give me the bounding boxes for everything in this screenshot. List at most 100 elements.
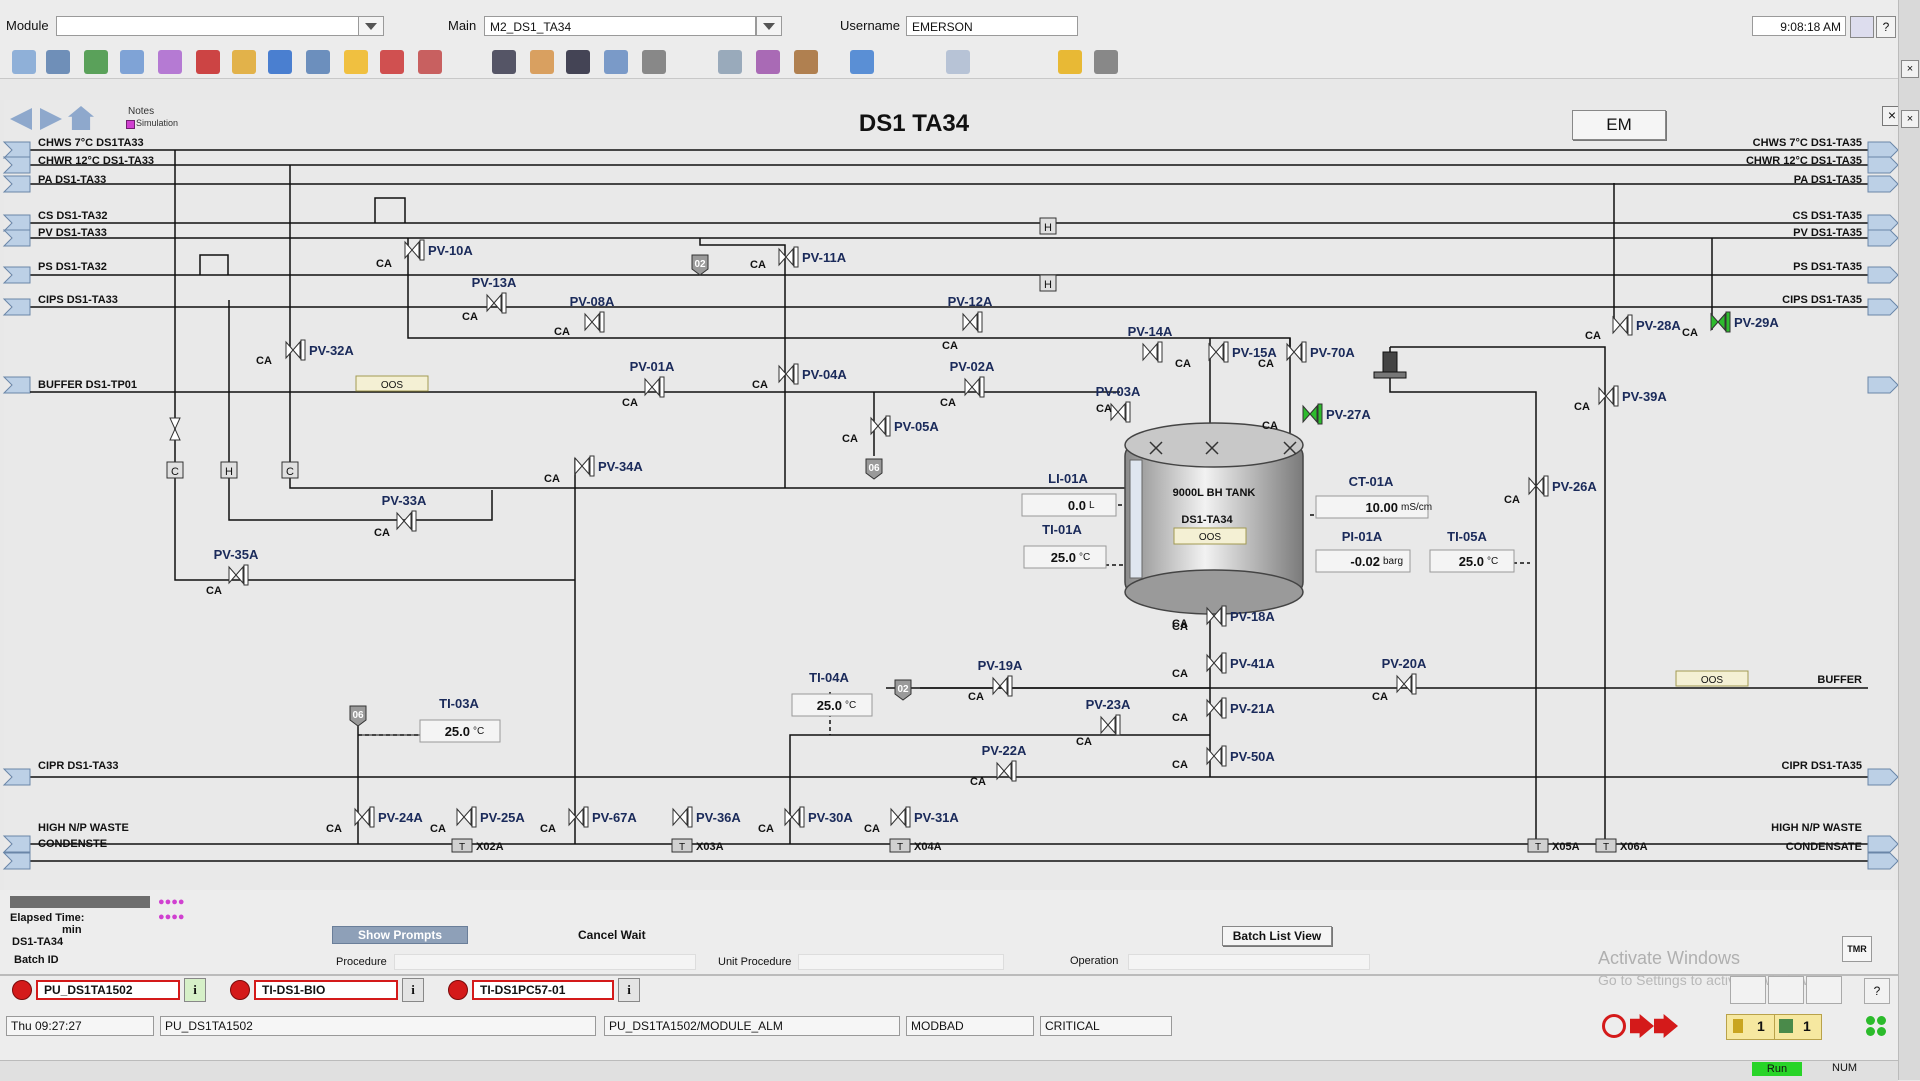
header-arrow-left-icon[interactable]: [2, 768, 31, 786]
valve-actuator-icon[interactable]: [1011, 760, 1017, 782]
valve-icon[interactable]: [396, 511, 412, 531]
grid-icon[interactable]: [1864, 1014, 1888, 1038]
cancel-wait-button[interactable]: Cancel Wait: [578, 928, 646, 942]
valve-actuator-icon[interactable]: [659, 376, 665, 398]
valve-tag[interactable]: PV-30A: [808, 810, 853, 825]
valve-icon[interactable]: [486, 293, 502, 313]
header-arrow-right-icon[interactable]: [1867, 266, 1898, 284]
valve-actuator-icon[interactable]: [369, 806, 375, 828]
header-arrow-right-icon[interactable]: [1867, 835, 1898, 853]
valve-tag[interactable]: PV-39A: [1622, 389, 1667, 404]
valve-actuator-icon[interactable]: [411, 510, 417, 532]
valve-actuator-icon[interactable]: [1157, 341, 1163, 363]
valve-actuator-icon[interactable]: [1223, 341, 1229, 363]
alarm-tag-3[interactable]: TI-DS1PC57-01: [472, 980, 614, 1000]
valve-tag[interactable]: PV-01A: [630, 359, 675, 374]
silence-horn-icon[interactable]: [1768, 976, 1804, 1004]
alarm-help-icon[interactable]: ?: [1864, 978, 1890, 1004]
valve-tag[interactable]: PV-13A: [472, 275, 517, 290]
valve-icon[interactable]: [1710, 312, 1726, 332]
valve-tag[interactable]: PV-50A: [1230, 749, 1275, 764]
valve-icon[interactable]: [354, 807, 370, 827]
valve-icon[interactable]: [890, 807, 906, 827]
valve-tag[interactable]: PV-35A: [214, 547, 259, 562]
valve-tag[interactable]: PV-05A: [894, 419, 939, 434]
alarm-filter-icon[interactable]: [1630, 1014, 1654, 1038]
valve-actuator-icon[interactable]: [885, 415, 891, 437]
valve-icon[interactable]: [1206, 698, 1222, 718]
header-arrow-right-icon[interactable]: [1867, 298, 1898, 316]
valve-actuator-icon[interactable]: [1411, 673, 1417, 695]
header-arrow-right-icon[interactable]: [1867, 768, 1898, 786]
status-alarm-path[interactable]: PU_DS1TA1502/MODULE_ALM: [604, 1016, 900, 1036]
valve-actuator-icon[interactable]: [300, 339, 306, 361]
header-arrow-left-icon[interactable]: [2, 156, 31, 174]
header-arrow-right-icon[interactable]: [1867, 376, 1898, 394]
alarm-tag-2[interactable]: TI-DS1-BIO: [254, 980, 398, 1000]
valve-tag[interactable]: PV-22A: [982, 743, 1027, 758]
valve-actuator-icon[interactable]: [977, 311, 983, 333]
valve-tag[interactable]: PV-12A: [948, 294, 993, 309]
alarm-info-button-3[interactable]: i: [618, 978, 640, 1002]
valve-icon[interactable]: [784, 807, 800, 827]
valve-icon[interactable]: [574, 456, 590, 476]
valve-actuator-icon[interactable]: [1125, 401, 1131, 423]
sidebar-close-icon[interactable]: ×: [1901, 60, 1919, 78]
valve-actuator-icon[interactable]: [1613, 385, 1619, 407]
valve-icon[interactable]: [404, 240, 420, 260]
valve-icon[interactable]: [992, 676, 1008, 696]
valve-icon[interactable]: [870, 416, 886, 436]
valve-tag[interactable]: PV-41A: [1230, 656, 1275, 671]
valve-icon[interactable]: [285, 340, 301, 360]
valve-icon[interactable]: [1206, 746, 1222, 766]
valve-tag[interactable]: PV-21A: [1230, 701, 1275, 716]
alarm-tag-1[interactable]: PU_DS1TA1502: [36, 980, 180, 1000]
valve-icon[interactable]: [778, 247, 794, 267]
valve-actuator-icon[interactable]: [419, 239, 425, 261]
valve-icon[interactable]: [672, 807, 688, 827]
valve-icon[interactable]: [1396, 674, 1412, 694]
valve-icon[interactable]: [1206, 653, 1222, 673]
alarm-count-box-2[interactable]: 1: [1774, 1014, 1822, 1040]
alarm-info-button-2[interactable]: i: [402, 978, 424, 1002]
valve-icon[interactable]: [1100, 715, 1116, 735]
valve-tag[interactable]: PV-70A: [1310, 345, 1355, 360]
suppress-alarm-icon[interactable]: [1806, 976, 1842, 1004]
valve-tag[interactable]: PV-33A: [382, 493, 427, 508]
header-arrow-left-icon[interactable]: [2, 229, 31, 247]
valve-actuator-icon[interactable]: [243, 564, 249, 586]
valve-tag[interactable]: PV-08A: [570, 294, 615, 309]
valve-tag[interactable]: PV-11A: [802, 250, 847, 265]
ack-alarm-icon[interactable]: [1730, 976, 1766, 1004]
valve-actuator-icon[interactable]: [501, 292, 507, 314]
valve-actuator-icon[interactable]: [583, 806, 589, 828]
valve-actuator-icon[interactable]: [1221, 605, 1227, 627]
header-arrow-left-icon[interactable]: [2, 266, 31, 284]
valve-icon[interactable]: [1612, 315, 1628, 335]
header-arrow-right-icon[interactable]: [1867, 141, 1898, 159]
sidebar-close-icon[interactable]: ×: [1901, 110, 1919, 128]
valve-tag[interactable]: PV-26A: [1552, 479, 1597, 494]
header-arrow-left-icon[interactable]: [2, 214, 31, 232]
valve-actuator-icon[interactable]: [1007, 675, 1013, 697]
header-arrow-left-icon[interactable]: [2, 298, 31, 316]
valve-tag[interactable]: PV-28A: [1636, 318, 1681, 333]
valve-actuator-icon[interactable]: [1317, 403, 1323, 425]
valve-tag[interactable]: PV-04A: [802, 367, 847, 382]
valve-actuator-icon[interactable]: [979, 376, 985, 398]
header-arrow-left-icon[interactable]: [2, 835, 31, 853]
valve-icon[interactable]: [568, 807, 584, 827]
valve-tag[interactable]: PV-25A: [480, 810, 525, 825]
valve-tag[interactable]: PV-24A: [378, 810, 423, 825]
spray-ball-icon[interactable]: [1382, 351, 1398, 375]
valve-tag[interactable]: PV-32A: [309, 343, 354, 358]
valve-actuator-icon[interactable]: [1627, 314, 1633, 336]
valve-tag[interactable]: PV-23A: [1086, 697, 1131, 712]
valve-actuator-icon[interactable]: [589, 455, 595, 477]
valve-tag[interactable]: PV-31A: [914, 810, 959, 825]
valve-tag[interactable]: PV-36A: [696, 810, 741, 825]
valve-tag[interactable]: PV-34A: [598, 459, 643, 474]
header-arrow-right-icon[interactable]: [1867, 229, 1898, 247]
valve-tag[interactable]: PV-29A: [1734, 315, 1779, 330]
valve-actuator-icon[interactable]: [1301, 341, 1307, 363]
